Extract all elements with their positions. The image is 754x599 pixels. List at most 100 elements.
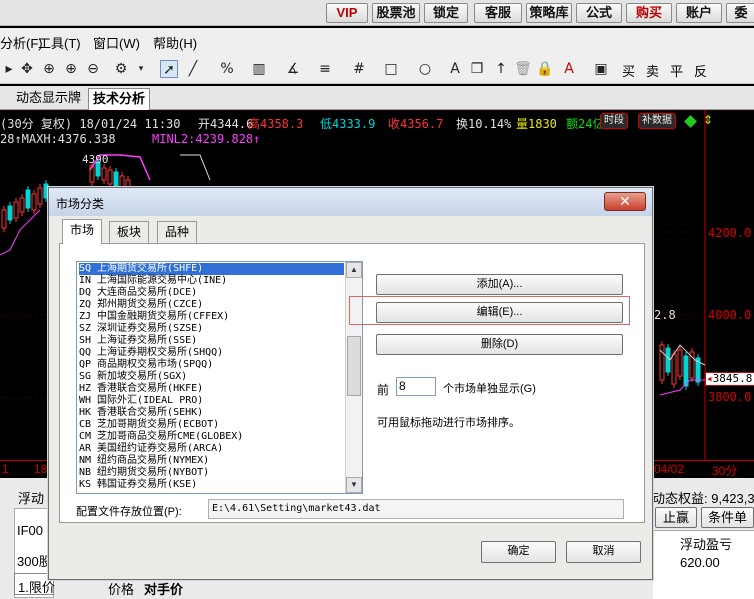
table-tool-icon[interactable]: # [350, 60, 368, 78]
period-button[interactable]: 时段 [600, 113, 628, 129]
tab-technical-analysis[interactable]: 技术分析 [88, 88, 151, 110]
candle-body [677, 349, 683, 377]
angle-tool-icon[interactable]: ∡ [284, 60, 302, 78]
toolbar-sell[interactable]: 卖 [646, 61, 659, 80]
account-button[interactable]: 账户 [676, 3, 722, 23]
play-icon[interactable]: ▸ [0, 60, 18, 78]
market-list-item[interactable]: SG 新加坡交易所(SGX) [79, 371, 344, 383]
scroll-thumb[interactable] [347, 336, 361, 396]
stock-pool-button[interactable]: 股票池 [372, 3, 420, 23]
move-icon[interactable]: ✥ [18, 60, 36, 78]
edit-button[interactable]: 编辑(E)... [376, 302, 623, 323]
gear-icon[interactable]: ⚙ [112, 60, 130, 78]
market-count-input[interactable]: 8 [396, 377, 436, 396]
circle-tool-icon[interactable]: ○ [416, 60, 434, 78]
float-tab[interactable]: 浮动 [18, 488, 44, 507]
low-value: 低4333.9 [320, 117, 376, 131]
tab-sector[interactable]: 板块 [109, 221, 150, 243]
text-tool-icon[interactable]: A [446, 60, 464, 78]
market-list-item[interactable]: HZ 香港联合交易所(HKFE) [79, 383, 344, 395]
vip-button[interactable]: VIP [326, 3, 368, 23]
candle-body [101, 167, 107, 181]
percent-tool-icon[interactable]: % [218, 60, 236, 78]
delegate-button[interactable]: 委 [726, 3, 754, 23]
fib-tool-icon[interactable]: ≡ [316, 60, 334, 78]
arrow-icons: ⇕ [703, 113, 714, 127]
market-list-item[interactable]: CM 芝加哥商品交易所CME(GLOBEX) [79, 431, 344, 443]
market-list-item[interactable]: SQ 上海期货交易所(SHFE) [79, 263, 344, 275]
pointer-icon[interactable]: ➚ [160, 60, 178, 78]
market-list-item[interactable]: HK 香港联合交易所(SEHK) [79, 407, 344, 419]
close-icon[interactable]: ✕ [604, 192, 646, 211]
candle-body [671, 353, 677, 385]
market-list-item[interactable]: NM 纽约商品交易所(NYMEX) [79, 455, 344, 467]
volume-value: 量1830 [516, 117, 557, 131]
add-button[interactable]: 添加(A)... [376, 274, 623, 295]
market-list-item[interactable]: IN 上海国际能源交易中心(INE) [79, 275, 344, 287]
candle-body [19, 197, 25, 213]
candle-body [683, 355, 689, 387]
conditional-order-button[interactable]: 条件单 [701, 507, 754, 528]
market-list[interactable]: SQ 上海期货交易所(SHFE) IN 上海国际能源交易中心(INE) DQ 大连商… [76, 261, 363, 494]
market-list-item[interactable]: KS 韩国证券交易所(KSE) [79, 479, 344, 491]
market-list-item[interactable]: SH 上海证券交易所(SSE) [79, 335, 344, 347]
zoom-in-icon[interactable]: ⊕ [40, 60, 58, 78]
row-code[interactable]: IF00 [17, 523, 43, 538]
copy-icon[interactable]: ❐ [468, 60, 486, 78]
rect-tool-icon[interactable]: □ [382, 60, 400, 78]
counter-price-option[interactable]: 对手价 [144, 579, 183, 598]
market-list-item[interactable]: CB 芝加哥期货交易所(ECBOT) [79, 419, 344, 431]
cancel-button[interactable]: 取消 [566, 541, 641, 563]
scroll-down-icon[interactable]: ▼ [346, 477, 362, 493]
line-tool-icon[interactable]: ╱ [184, 60, 202, 78]
menu-bar: 分析(F) 工具(T) 窗口(W) 帮助(H) [0, 28, 754, 54]
open-value: 开4344.6 [198, 117, 254, 131]
zoom-in-icon-2[interactable]: ⊕ [62, 60, 80, 78]
tab-variety[interactable]: 品种 [157, 221, 198, 243]
menu-tools[interactable]: 工具(T) [38, 33, 81, 52]
purchase-button[interactable]: 购买 [626, 3, 672, 23]
lock-icon[interactable]: 🔒 [536, 60, 554, 78]
minl-label: MINL2:4239.828↑ [152, 132, 261, 146]
toolbar-buy[interactable]: 买 [622, 61, 635, 80]
save-icon[interactable]: ▣ [592, 60, 610, 78]
chevron-down-icon[interactable]: ▾ [132, 60, 150, 78]
market-list-item[interactable]: ZQ 郑州期货交易所(CZCE) [79, 299, 344, 311]
market-list-item[interactable]: QP 商品期权交易市场(SPQQ) [79, 359, 344, 371]
market-list-item[interactable]: SZ 深圳证券交易所(SZSE) [79, 323, 344, 335]
period-label[interactable]: 30分 [712, 462, 737, 479]
grid-tool-icon[interactable]: ▥ [250, 60, 268, 78]
trash-icon[interactable]: 🗑 [514, 60, 532, 78]
font-color-icon[interactable]: A [560, 60, 578, 78]
candle-body [7, 205, 13, 221]
menu-window[interactable]: 窗口(W) [93, 33, 140, 52]
toolbar-reverse[interactable]: 反 [694, 61, 707, 80]
strategy-button[interactable]: 策略库 [526, 3, 572, 23]
supplement-data-button[interactable]: 补数据 [638, 113, 676, 129]
candle-body [13, 201, 19, 219]
candle-body [1, 209, 7, 229]
config-path-field[interactable]: E:\4.61\Setting\market43.dat [208, 499, 624, 519]
scroll-up-icon[interactable]: ▲ [346, 262, 362, 278]
service-button[interactable]: 客服 [474, 3, 522, 23]
market-list-item[interactable]: NB 纽约期货交易所(NYBOT) [79, 467, 344, 479]
market-list-item[interactable]: ZJ 中国金融期货交易所(CFFEX) [79, 311, 344, 323]
tab-market[interactable]: 市场 [62, 219, 103, 244]
menu-help[interactable]: 帮助(H) [153, 33, 197, 52]
row-name[interactable]: 300股 [17, 551, 52, 570]
formula-button[interactable]: 公式 [576, 3, 622, 23]
delete-button[interactable]: 删除(D) [376, 334, 623, 355]
zoom-out-icon[interactable]: ⊖ [84, 60, 102, 78]
market-list-item[interactable]: AR 美国纽约证券交易所(ARCA) [79, 443, 344, 455]
take-profit-button[interactable]: 止赢 [655, 507, 697, 528]
menu-analysis[interactable]: 分析(F) [0, 33, 43, 52]
tab-dynamic-board[interactable]: 动态显示牌 [12, 88, 85, 110]
toolbar-flat[interactable]: 平 [670, 61, 683, 80]
arrow-up-icon[interactable]: ↑ [492, 60, 510, 78]
dialog-titlebar[interactable]: 市场分类 ✕ [49, 188, 652, 216]
ok-button[interactable]: 确定 [481, 541, 556, 563]
market-list-item[interactable]: QQ 上海证券期权交易所(SHQQ) [79, 347, 344, 359]
market-list-item[interactable]: WH 国际外汇(IDEAL PRO) [79, 395, 344, 407]
market-list-item[interactable]: DQ 大连商品交易所(DCE) [79, 287, 344, 299]
lock-button[interactable]: 锁定 [424, 3, 468, 23]
